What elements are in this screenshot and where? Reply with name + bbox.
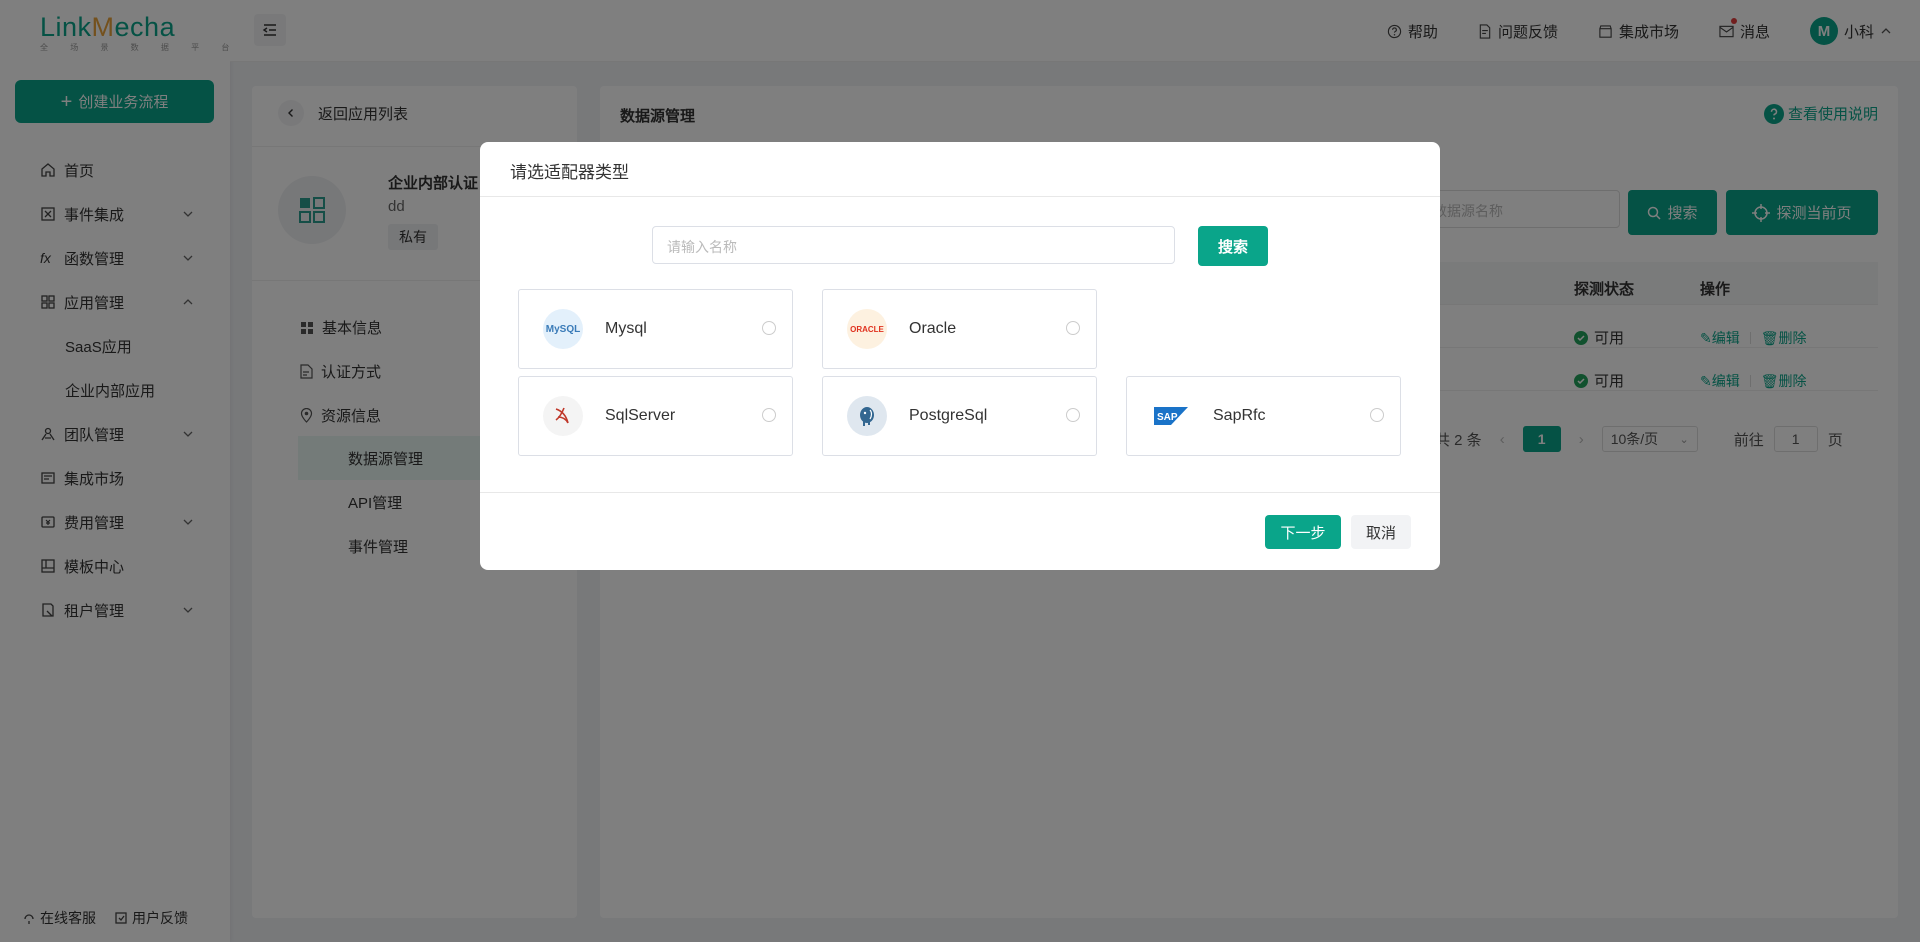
oracle-logo-icon: ORACLE — [847, 309, 887, 349]
radio-unselected[interactable] — [762, 321, 776, 335]
radio-unselected[interactable] — [1066, 321, 1080, 335]
adapter-option-saprfc[interactable]: SAP SapRfc — [1126, 376, 1401, 456]
adapter-type-dialog: 请选适配器类型 请输入名称 搜索 MySQL Mysql ORACLE Orac… — [480, 142, 1440, 570]
radio-unselected[interactable] — [1066, 408, 1080, 422]
sap-logo-icon: SAP — [1151, 396, 1191, 436]
sqlserver-logo-icon — [543, 396, 583, 436]
postgresql-elephant-icon — [847, 396, 887, 436]
adapter-option-sqlserver[interactable]: SqlServer — [518, 376, 793, 456]
mysql-logo-icon: MySQL — [543, 309, 583, 349]
adapter-option-postgresql[interactable]: PostgreSql — [822, 376, 1097, 456]
dialog-title: 请选适配器类型 — [510, 163, 629, 182]
next-step-button[interactable]: 下一步 — [1265, 515, 1341, 549]
adapter-option-oracle[interactable]: ORACLE Oracle — [822, 289, 1097, 369]
radio-unselected[interactable] — [1370, 408, 1384, 422]
adapter-search-button[interactable]: 搜索 — [1198, 226, 1268, 266]
radio-unselected[interactable] — [762, 408, 776, 422]
cancel-button[interactable]: 取消 — [1351, 515, 1411, 549]
svg-text:SAP: SAP — [1157, 412, 1178, 423]
adapter-option-mysql[interactable]: MySQL Mysql — [518, 289, 793, 369]
adapter-search-input[interactable]: 请输入名称 — [652, 226, 1175, 264]
